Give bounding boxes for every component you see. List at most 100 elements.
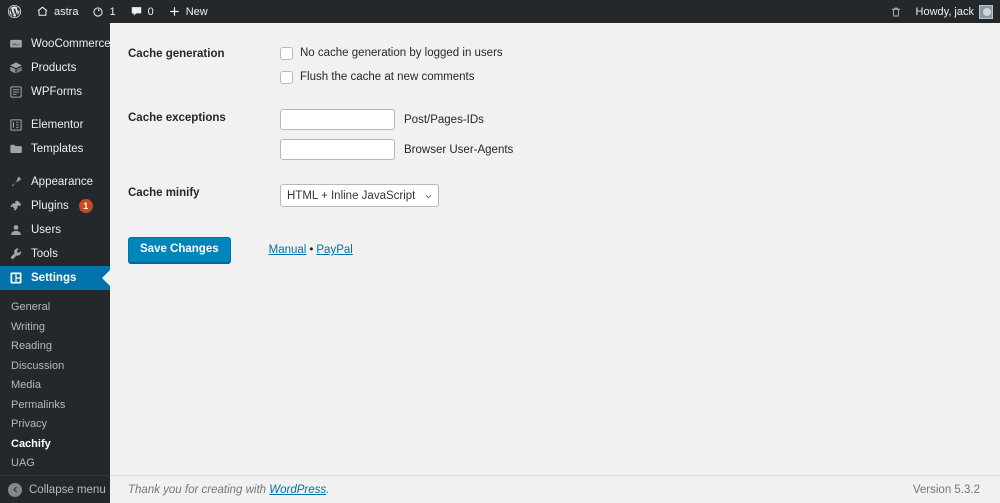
sidebar-item-products[interactable]: Products	[0, 56, 110, 80]
comments-button[interactable]: 0	[123, 0, 161, 23]
sidebar-item-wpforms[interactable]: WPForms	[0, 80, 110, 104]
text-row-browser-user-agents: Browser User-Agents	[280, 139, 970, 161]
svg-text:Woo: Woo	[12, 42, 19, 46]
wordpress-link[interactable]: WordPress	[269, 484, 326, 496]
label-cache-minify: Cache minify	[128, 187, 200, 200]
settings-row-cache-minify: Cache minify HTML + Inline JavaScript	[128, 172, 980, 219]
chevron-left-icon	[8, 482, 22, 497]
woocommerce-icon: Woo	[8, 36, 24, 52]
text-row-post-page-ids: Post/Pages-IDs	[280, 109, 970, 131]
comments-icon	[130, 5, 143, 18]
checkbox-flush-new-comments[interactable]	[280, 70, 293, 84]
label-cache-generation: Cache generation	[128, 48, 225, 60]
sidebar-label-elementor: Elementor	[31, 119, 84, 131]
settings-row-cache-generation: Cache generation No cache generation by …	[128, 33, 980, 97]
settings-icon	[8, 270, 24, 286]
home-icon	[36, 5, 49, 18]
sidebar-item-tools[interactable]: Tools	[0, 242, 110, 266]
submenu-item-discussion[interactable]: Discussion	[0, 357, 110, 377]
select-wrapper-cache-minify: HTML + Inline JavaScript	[280, 184, 439, 208]
appearance-icon	[8, 174, 24, 190]
avatar-icon	[979, 4, 993, 19]
desc-post-page-ids: Post/Pages-IDs	[404, 113, 484, 126]
submenu-item-general[interactable]: General	[0, 298, 110, 318]
sidebar-label-settings: Settings	[31, 272, 77, 284]
label-cache-exceptions: Cache exceptions	[128, 112, 226, 125]
submenu-item-writing[interactable]: Writing	[0, 318, 110, 338]
desc-browser-user-agents: Browser User-Agents	[404, 143, 514, 156]
footer-thanks: Thank you for creating with WordPress.	[128, 484, 329, 496]
new-content-button[interactable]: New	[161, 0, 215, 23]
howdy-label: Howdy, jack	[915, 5, 974, 18]
new-content-label: New	[185, 5, 208, 18]
checkbox-label-flush-new-comments: Flush the cache at new comments	[300, 71, 475, 84]
plus-icon	[168, 5, 181, 18]
admin-bar: astra 1 0 New Howdy, jack	[0, 0, 1000, 23]
sidebar-label-templates: Templates	[31, 143, 84, 155]
products-icon	[8, 60, 24, 76]
settings-submenu: General Writing Reading Discussion Media…	[0, 290, 110, 474]
submenu-item-media[interactable]: Media	[0, 376, 110, 396]
checkbox-no-cache-logged-in[interactable]	[280, 46, 293, 60]
checkbox-row-flush-new-comments[interactable]: Flush the cache at new comments	[280, 69, 970, 85]
account-menu-button[interactable]: Howdy, jack	[909, 0, 1000, 23]
trash-button[interactable]	[883, 0, 909, 23]
sidebar-item-settings[interactable]: Settings	[0, 266, 110, 290]
collapse-menu-button[interactable]: Collapse menu	[0, 475, 110, 503]
collapse-menu-label: Collapse menu	[29, 483, 106, 496]
sidebar-label-tools: Tools	[31, 248, 58, 260]
field-cache-minify: HTML + Inline JavaScript	[280, 172, 980, 219]
sidebar-label-wpforms: WPForms	[31, 86, 83, 98]
field-cache-exceptions: Post/Pages-IDs Browser User-Agents	[280, 97, 980, 172]
footer-thanks-suffix: .	[326, 483, 330, 496]
sidebar-label-users: Users	[31, 224, 62, 236]
manual-link[interactable]: Manual	[269, 244, 307, 256]
sidebar-label-woocommerce: WooCommerce	[31, 38, 111, 50]
sidebar-item-users[interactable]: Users	[0, 218, 110, 242]
comments-count: 0	[147, 5, 154, 18]
sidebar-label-products: Products	[31, 62, 77, 74]
sidebar-label-appearance: Appearance	[31, 176, 94, 188]
sidebar-item-appearance[interactable]: Appearance	[0, 170, 110, 194]
sidebar-item-templates[interactable]: Templates	[0, 137, 110, 161]
paypal-link[interactable]: PayPal	[316, 244, 352, 256]
templates-icon	[8, 141, 24, 157]
submit-row: Save Changes Manual • PayPal	[128, 219, 980, 263]
site-name-button[interactable]: astra	[29, 0, 85, 23]
link-separator: •	[309, 244, 314, 257]
admin-sidebar: Woo WooCommerce Products WPForms Element…	[0, 23, 111, 503]
input-post-page-ids[interactable]	[280, 109, 395, 131]
plugins-icon	[8, 198, 24, 214]
updates-button[interactable]: 1	[85, 0, 122, 23]
sidebar-item-woocommerce[interactable]: Woo WooCommerce	[0, 32, 111, 56]
settings-table: Cache generation No cache generation by …	[128, 33, 980, 219]
wpforms-icon	[8, 84, 24, 100]
submenu-item-reading[interactable]: Reading	[0, 337, 110, 357]
select-cache-minify[interactable]: HTML + Inline JavaScript	[280, 184, 439, 208]
checkbox-row-no-cache-logged-in[interactable]: No cache generation by logged in users	[280, 45, 970, 61]
submenu-item-privacy[interactable]: Privacy	[0, 415, 110, 435]
sidebar-label-plugins: Plugins	[31, 200, 69, 212]
submenu-item-permalinks[interactable]: Permalinks	[0, 396, 110, 416]
admin-footer: Thank you for creating with WordPress. V…	[110, 475, 1000, 503]
plugin-links: Manual • PayPal	[269, 244, 353, 256]
sidebar-item-elementor[interactable]: Elementor	[0, 113, 110, 137]
input-browser-user-agents[interactable]	[280, 139, 395, 161]
users-icon	[8, 222, 24, 238]
updates-icon	[92, 6, 104, 18]
submenu-item-cachify[interactable]: Cachify	[0, 435, 110, 455]
plugins-update-badge: 1	[78, 199, 93, 213]
footer-thanks-prefix: Thank you for creating with	[128, 483, 270, 496]
submenu-item-uag[interactable]: UAG	[0, 454, 110, 474]
settings-row-cache-exceptions: Cache exceptions Post/Pages-IDs Browser …	[128, 97, 980, 172]
footer-version: Version 5.3.2	[912, 483, 980, 496]
wordpress-icon	[7, 4, 22, 19]
elementor-icon	[8, 117, 24, 133]
wordpress-logo-button[interactable]	[0, 0, 29, 23]
checkbox-label-no-cache-logged-in: No cache generation by logged in users	[300, 47, 503, 59]
sidebar-item-plugins[interactable]: Plugins 1	[0, 194, 110, 218]
trash-icon	[890, 6, 902, 18]
field-cache-generation: No cache generation by logged in users F…	[280, 33, 980, 97]
updates-count: 1	[109, 5, 116, 18]
save-changes-button[interactable]: Save Changes	[128, 237, 231, 263]
